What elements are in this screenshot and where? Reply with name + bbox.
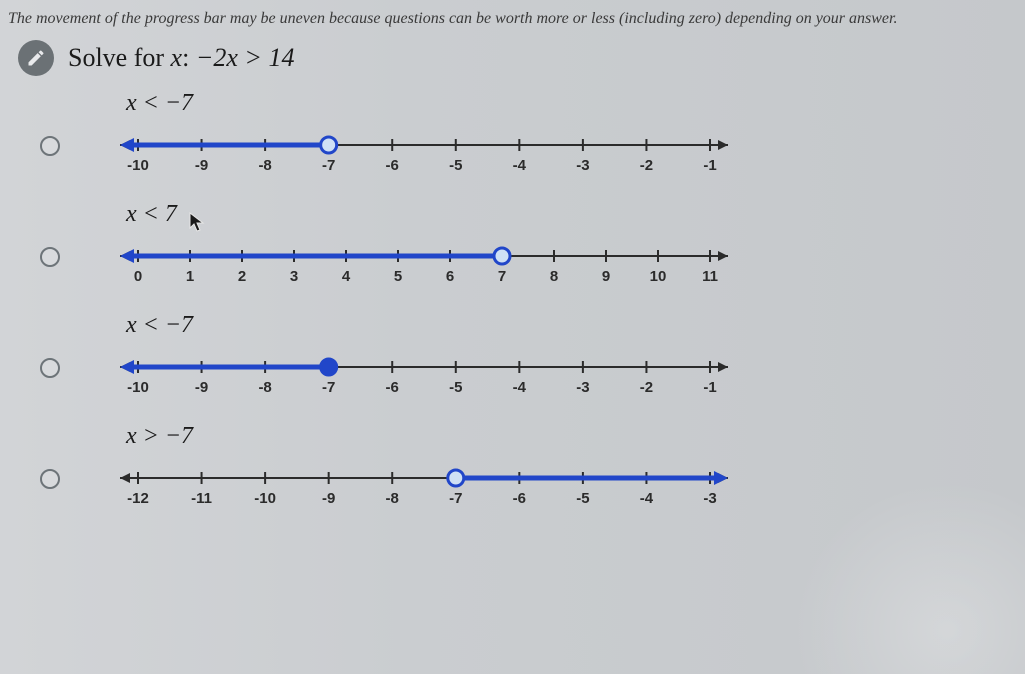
number-line: -10 -9 -8 -7 -6 -5 -4 -3 -2 -1 <box>114 349 734 409</box>
radio-button[interactable] <box>40 358 60 378</box>
tick-label: -12 <box>127 490 149 507</box>
tick-label: -10 <box>254 490 276 507</box>
tick-label: 1 <box>186 268 194 285</box>
tick-label: -10 <box>127 157 149 174</box>
tick-label: -7 <box>322 157 335 174</box>
question-var: x <box>171 43 183 72</box>
tick-label: -8 <box>258 157 271 174</box>
question-text: Solve for x: −2x > 14 <box>68 43 294 73</box>
option-label: x < −7 <box>126 312 1025 339</box>
answer-option: x < −7 -10 -9 -8 -7 -6 -5 -4 -3 -2 -1 <box>84 312 1025 409</box>
tick-label: 5 <box>394 268 402 285</box>
tick-label: 3 <box>290 268 298 285</box>
tick-label: -9 <box>195 157 208 174</box>
question-colon: : <box>182 43 196 72</box>
tick-label: 2 <box>238 268 246 285</box>
radio-button[interactable] <box>40 469 60 489</box>
option-label: x < −7 <box>126 90 1025 117</box>
tick-label: 7 <box>498 268 506 285</box>
tick-label: -2 <box>640 157 653 174</box>
tick-label: -6 <box>386 379 399 396</box>
tick-label: -3 <box>703 490 716 507</box>
radio-button[interactable] <box>40 247 60 267</box>
tick-label: -4 <box>513 379 526 396</box>
answer-option: x < 7 0 1 2 3 4 5 6 7 8 9 10 11 <box>84 201 1025 298</box>
tick-label: 6 <box>446 268 454 285</box>
tick-label: 0 <box>134 268 142 285</box>
answer-option: x < −7 -10 -9 -8 -7 -6 -5 -4 -3 -2 -1 <box>84 90 1025 187</box>
tick-label: -1 <box>703 157 716 174</box>
tick-label: -8 <box>386 490 399 507</box>
tick-label: -10 <box>127 379 149 396</box>
number-line: 0 1 2 3 4 5 6 7 8 9 10 11 <box>114 238 734 298</box>
tick-label: -9 <box>322 490 335 507</box>
question-prefix: Solve for <box>68 43 171 72</box>
tick-label: -4 <box>513 157 526 174</box>
tick-label: -6 <box>513 490 526 507</box>
tick-label: -6 <box>386 157 399 174</box>
tick-label: -4 <box>640 490 653 507</box>
tick-label: 10 <box>650 268 667 285</box>
pencil-icon <box>18 40 54 76</box>
radio-button[interactable] <box>40 136 60 156</box>
tick-label: -1 <box>703 379 716 396</box>
tick-label: -5 <box>449 157 462 174</box>
number-line: -10 -9 -8 -7 -6 -5 -4 -3 -2 -1 <box>114 127 734 187</box>
tick-label: -5 <box>449 379 462 396</box>
tick-label: 8 <box>550 268 558 285</box>
tick-label: -11 <box>191 490 212 507</box>
tick-label: -7 <box>449 490 462 507</box>
options-container: x < −7 -10 -9 -8 -7 -6 -5 -4 -3 -2 -1 x < 7 0 1 2 3 4 5 6 7… <box>0 80 1025 520</box>
progress-hint: The movement of the progress bar may be … <box>0 0 1025 34</box>
number-line: -12 -11 -10 -9 -8 -7 -6 -5 -4 -3 <box>114 460 734 520</box>
tick-label: 4 <box>342 268 350 285</box>
option-label: x < 7 <box>126 201 1025 228</box>
tick-label: 11 <box>702 268 718 285</box>
tick-label: -3 <box>576 379 589 396</box>
option-label: x > −7 <box>126 423 1025 450</box>
tick-label: -3 <box>576 157 589 174</box>
question-expr: −2x > 14 <box>196 43 295 72</box>
tick-label: 9 <box>602 268 610 285</box>
question-row: Solve for x: −2x > 14 <box>0 34 1025 80</box>
page: The movement of the progress bar may be … <box>0 0 1025 674</box>
answer-option: x > −7 -12 -11 -10 -9 -8 -7 -6 -5 -4 -3 <box>84 423 1025 520</box>
tick-label: -7 <box>322 379 335 396</box>
tick-label: -5 <box>576 490 589 507</box>
tick-label: -2 <box>640 379 653 396</box>
tick-label: -9 <box>195 379 208 396</box>
tick-label: -8 <box>258 379 271 396</box>
